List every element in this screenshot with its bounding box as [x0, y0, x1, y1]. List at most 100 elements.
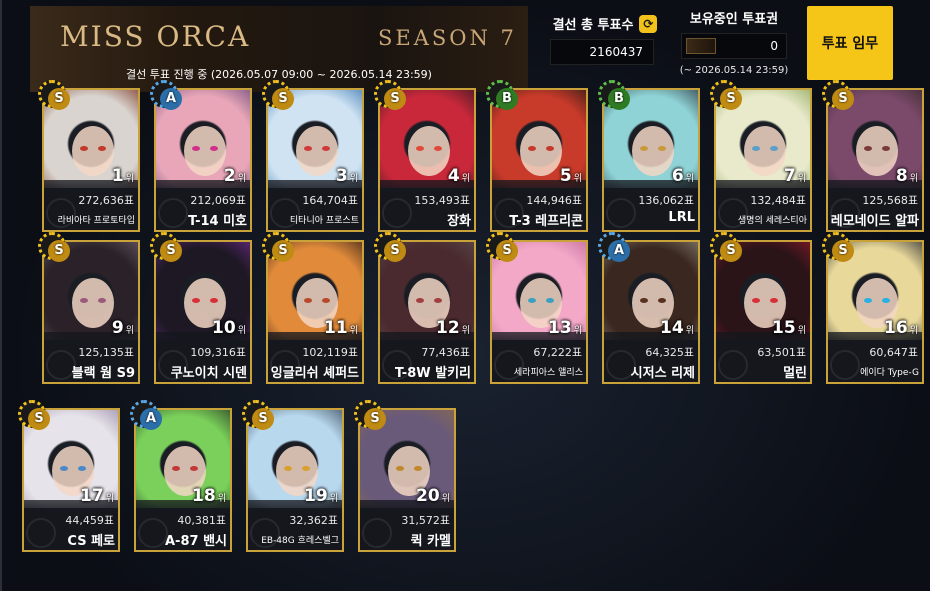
candidate-card[interactable]: 11 위 102,119표 잉글리쉬 셰퍼드 S — [262, 232, 364, 384]
character-eye — [546, 146, 554, 151]
character-eye — [210, 298, 218, 303]
rank-value: 10 — [212, 318, 236, 338]
grade-letter: B — [496, 88, 518, 110]
rank-suffix: 위 — [125, 174, 134, 184]
candidate-card[interactable]: 15 위 63,501표 멀린 S — [710, 232, 812, 384]
vote-count: 109,316표 — [190, 346, 246, 359]
character-face — [744, 126, 786, 176]
grade-letter: S — [48, 240, 70, 262]
candidate-card[interactable]: 5 위 144,946표 T-3 레프리콘 B — [486, 80, 588, 232]
app-frame: MISS ORCA SEASON 7 결선 투표 진행 중 (2026.05.0… — [0, 0, 930, 591]
rank-value: 2 — [223, 166, 236, 186]
character-name: 에이다 Type-G — [860, 368, 919, 378]
ticket-label: 보유중인 투표권 — [689, 12, 779, 27]
candidate-card[interactable]: 13 위 67,222표 세라피아스 앨리스 S — [486, 232, 588, 384]
candidate-card[interactable]: 3 위 164,704표 티타니아 프로스트 S — [262, 80, 364, 232]
rank-suffix: 위 — [909, 174, 918, 184]
rank-suffix: 위 — [105, 494, 114, 504]
vote-mission-button[interactable]: 투표 임무 — [807, 6, 893, 80]
candidate-card[interactable]: 7 위 132,484표 생명의 세레스티아 S — [710, 80, 812, 232]
candidate-card[interactable]: 16 위 60,647표 에이다 Type-G S — [822, 232, 924, 384]
rank-number: 3위 — [336, 166, 358, 186]
total-votes-label: 결선 총 투표수 — [552, 18, 634, 33]
character-name: 장화 — [447, 214, 471, 229]
rank-value: 16 — [884, 318, 908, 338]
candidate-card[interactable]: 4 위 153,493표 장화 S — [374, 80, 476, 232]
candidate-card[interactable]: 10 위 109,316표 쿠노이치 시덴 S — [150, 232, 252, 384]
rank-number: 8위 — [896, 166, 918, 186]
faction-emblem-icon — [382, 198, 412, 228]
character-name: T-14 미호 — [188, 214, 247, 229]
candidate-card[interactable]: 1 위 272,636표 라비아타 프로토타입 S — [38, 80, 140, 232]
grade-letter: A — [160, 88, 182, 110]
candidate-card[interactable]: 2 위 212,069표 T-14 미호 A — [150, 80, 252, 232]
total-votes-panel: 결선 총 투표수 ⟳ 2160437 — [550, 14, 660, 65]
candidate-card[interactable]: 12 위 77,436표 T-8W 발키리 S — [374, 232, 476, 384]
character-eye — [304, 146, 312, 151]
candidate-card[interactable]: 20 위 31,572표 퀵 카멜 S — [354, 400, 456, 552]
grade-letter: S — [364, 408, 386, 430]
character-eye — [658, 146, 666, 151]
grade-badge-icon: A — [130, 400, 162, 430]
grade-badge-icon: S — [710, 232, 742, 262]
character-eye — [414, 466, 422, 471]
candidate-card[interactable]: 8 위 125,568표 레모네이드 알파 S — [822, 80, 924, 232]
rank-suffix: 위 — [685, 326, 694, 336]
character-name: 쿠노이치 시덴 — [170, 366, 247, 381]
vote-count: 60,647표 — [869, 346, 918, 359]
character-eye — [528, 298, 536, 303]
candidate-card[interactable]: 18 위 40,381표 A-87 밴시 A — [130, 400, 232, 552]
character-eye — [304, 298, 312, 303]
grade-letter: S — [384, 240, 406, 262]
character-eye — [322, 146, 330, 151]
character-eye — [658, 298, 666, 303]
ticket-panel: 보유중인 투표권 0 (~ 2026.05.14 23:59) — [674, 8, 794, 76]
rank-value: 15 — [772, 318, 796, 338]
ticket-expiry: (~ 2026.05.14 23:59) — [679, 65, 789, 76]
candidate-card[interactable]: 19 위 32,362표 EB-48G 흐레스벨그 S — [242, 400, 344, 552]
rank-number: 14 위 — [660, 318, 694, 338]
character-name: 세라피아스 앨리스 — [513, 368, 583, 378]
rank-value: 17 — [80, 486, 104, 506]
grade-letter: S — [832, 88, 854, 110]
character-face — [296, 126, 338, 176]
candidate-card[interactable]: 6 위 136,062표 LRL B — [598, 80, 700, 232]
grade-letter: S — [720, 240, 742, 262]
rank-value: 13 — [548, 318, 572, 338]
rank-suffix: 위 — [685, 174, 694, 184]
character-eye — [770, 298, 778, 303]
character-name: 레모네이드 알파 — [830, 214, 919, 229]
rank-suffix: 위 — [461, 326, 470, 336]
vote-count: 136,062표 — [638, 194, 694, 207]
character-name: T-8W 발키리 — [394, 366, 471, 381]
rank-value: 14 — [660, 318, 684, 338]
refresh-icon[interactable]: ⟳ — [639, 14, 658, 33]
faction-emblem-icon — [830, 350, 860, 380]
character-eye — [284, 466, 292, 471]
grade-letter: S — [832, 240, 854, 262]
ticket-count: 0 — [770, 39, 778, 53]
character-name: EB-48G 흐레스벨그 — [261, 536, 339, 546]
faction-emblem-icon — [606, 198, 636, 228]
grade-badge-icon: S — [38, 80, 70, 110]
vote-count: 212,069표 — [190, 194, 246, 207]
rank-suffix: 위 — [237, 174, 246, 184]
character-eye — [192, 146, 200, 151]
character-name: A-87 밴시 — [165, 534, 227, 549]
rank-suffix: 위 — [217, 494, 226, 504]
candidate-card[interactable]: 14 위 64,325표 시저스 리제 A — [598, 232, 700, 384]
candidate-card[interactable]: 17 위 44,459표 CS 페로 S — [18, 400, 120, 552]
rank-suffix: 위 — [797, 326, 806, 336]
character-eye — [752, 146, 760, 151]
character-eye — [434, 146, 442, 151]
grade-badge-icon: A — [150, 80, 182, 110]
grade-letter: A — [140, 408, 162, 430]
total-votes-header: 결선 총 투표수 ⟳ — [550, 14, 660, 33]
rank-number: 20 위 — [416, 486, 450, 506]
character-eye — [210, 146, 218, 151]
rank-suffix: 위 — [237, 326, 246, 336]
candidate-card[interactable]: 9 위 125,135표 블랙 웜 S9 S — [38, 232, 140, 384]
vote-count: 102,119표 — [302, 346, 358, 359]
event-logo: MISS ORCA — [60, 20, 251, 53]
character-eye — [60, 466, 68, 471]
